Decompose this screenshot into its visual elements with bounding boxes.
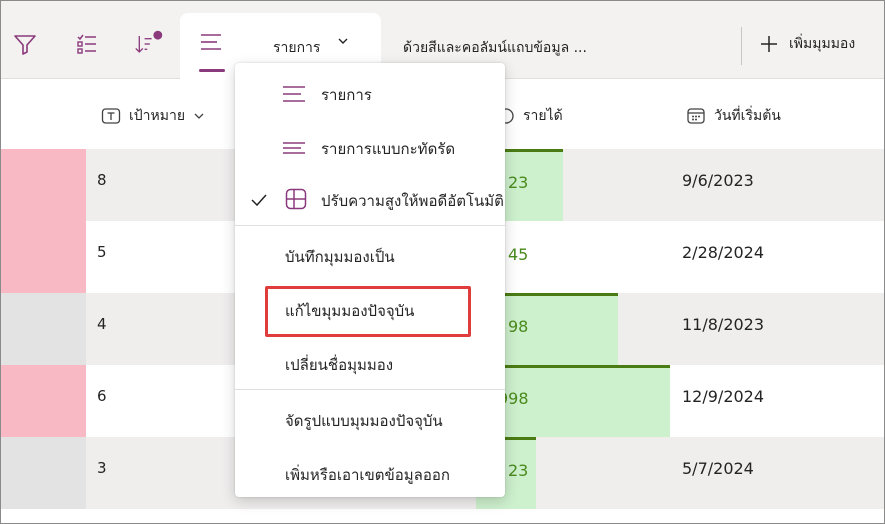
start-date-cell: 5/7/2024 (682, 459, 754, 478)
chevron-down-icon[interactable] (337, 35, 349, 47)
text-field-icon (101, 108, 121, 124)
menu-item-rename-view[interactable]: เปลี่ยนชื่อมุมมอง (235, 343, 505, 387)
menu-item-save-view-as[interactable]: บันทึกมุมมองเป็น (235, 235, 505, 285)
menu-divider (235, 389, 505, 390)
column-header-start-date[interactable]: วันที่เริ่มต้น (686, 105, 781, 127)
revenue-bar-top-line (476, 365, 670, 368)
revenue-cell: 23 (508, 461, 529, 480)
list-lines-icon (197, 27, 227, 57)
revenue-cell: 45 (508, 245, 529, 264)
start-date-cell: 9/6/2023 (682, 171, 754, 190)
target-cell: 4 (97, 315, 107, 333)
menu-item-compact-list-label: รายการแบบกะทัดรัด (321, 140, 456, 158)
tab-active-indicator (199, 69, 225, 72)
sort-icon[interactable] (134, 29, 164, 59)
row-color-swatch (1, 365, 86, 437)
row-color-swatch (1, 221, 86, 293)
revenue-cell: 98 (508, 317, 529, 336)
compact-list-icon (283, 142, 305, 154)
revenue-cell: 23 (508, 173, 529, 192)
list-checklist-icon[interactable] (72, 29, 102, 59)
app-frame: รายการ ด้วยสีและคอลัมน์แถบข้อมูล ... เพิ… (0, 0, 885, 524)
target-cell: 3 (97, 459, 107, 477)
tab-color-databar-view[interactable]: ด้วยสีและคอลัมน์แถบข้อมูล ... (403, 37, 587, 59)
column-header-start-date-label: วันที่เริ่มต้น (714, 108, 781, 124)
target-cell: 5 (97, 243, 107, 261)
toolbar-divider (741, 27, 742, 65)
add-view-label: เพิ่มมุมมอง (789, 36, 856, 52)
chevron-down-icon (194, 113, 204, 119)
column-header-revenue[interactable]: รายได้ (497, 105, 563, 127)
menu-item-list-label: รายการ (321, 86, 372, 104)
menu-divider (235, 225, 505, 226)
menu-item-list[interactable]: รายการ (235, 75, 505, 125)
row-color-swatch (1, 293, 86, 365)
calendar-icon (687, 108, 705, 124)
plus-icon (761, 36, 777, 52)
list-lines-icon (283, 86, 305, 102)
menu-item-autofit-height-label: ปรับความสูงให้พอดีอัตโนมัติ (321, 192, 504, 210)
table-autofit-icon (285, 188, 307, 210)
row-color-swatch (1, 437, 86, 509)
menu-item-format-current-view[interactable]: จัดรูปแบบมุมมองปัจจุบัน (235, 399, 505, 449)
menu-item-format-current-view-label: จัดรูปแบบมุมมองปัจจุบัน (285, 412, 443, 430)
menu-item-save-view-as-label: บันทึกมุมมองเป็น (285, 248, 395, 266)
menu-item-add-remove-fields[interactable]: เพิ่มหรือเอาเขตข้อมูลออก (235, 453, 505, 497)
start-date-cell: 2/28/2024 (682, 243, 765, 262)
column-header-revenue-label: รายได้ (523, 108, 563, 124)
checkmark-icon (251, 194, 267, 207)
add-view-button[interactable]: เพิ่มมุมมอง (759, 33, 855, 55)
menu-item-compact-list[interactable]: รายการแบบกะทัดรัด (235, 129, 505, 179)
menu-item-add-remove-fields-label: เพิ่มหรือเอาเขตข้อมูลออก (285, 466, 450, 484)
row-color-swatch (1, 149, 86, 221)
target-cell: 8 (97, 171, 107, 189)
filter-icon[interactable] (10, 29, 40, 59)
sort-indicator-dot (153, 30, 163, 40)
menu-item-rename-view-label: เปลี่ยนชื่อมุมมอง (285, 356, 394, 374)
highlight-annotation-box (265, 286, 471, 337)
column-header-target-label: เป้าหมาย (129, 108, 186, 124)
tab-list-view-label: รายการ (273, 40, 321, 56)
start-date-cell: 12/9/2024 (682, 387, 765, 406)
view-options-menu: รายการ รายการแบบกะทัดรัด ปรับความสูงให้พ… (235, 63, 505, 497)
start-date-cell: 11/8/2023 (682, 315, 765, 334)
target-cell: 6 (97, 387, 107, 405)
menu-item-autofit-height[interactable]: ปรับความสูงให้พอดีอัตโนมัติ (235, 181, 505, 231)
column-header-target[interactable]: เป้าหมาย (101, 105, 205, 127)
